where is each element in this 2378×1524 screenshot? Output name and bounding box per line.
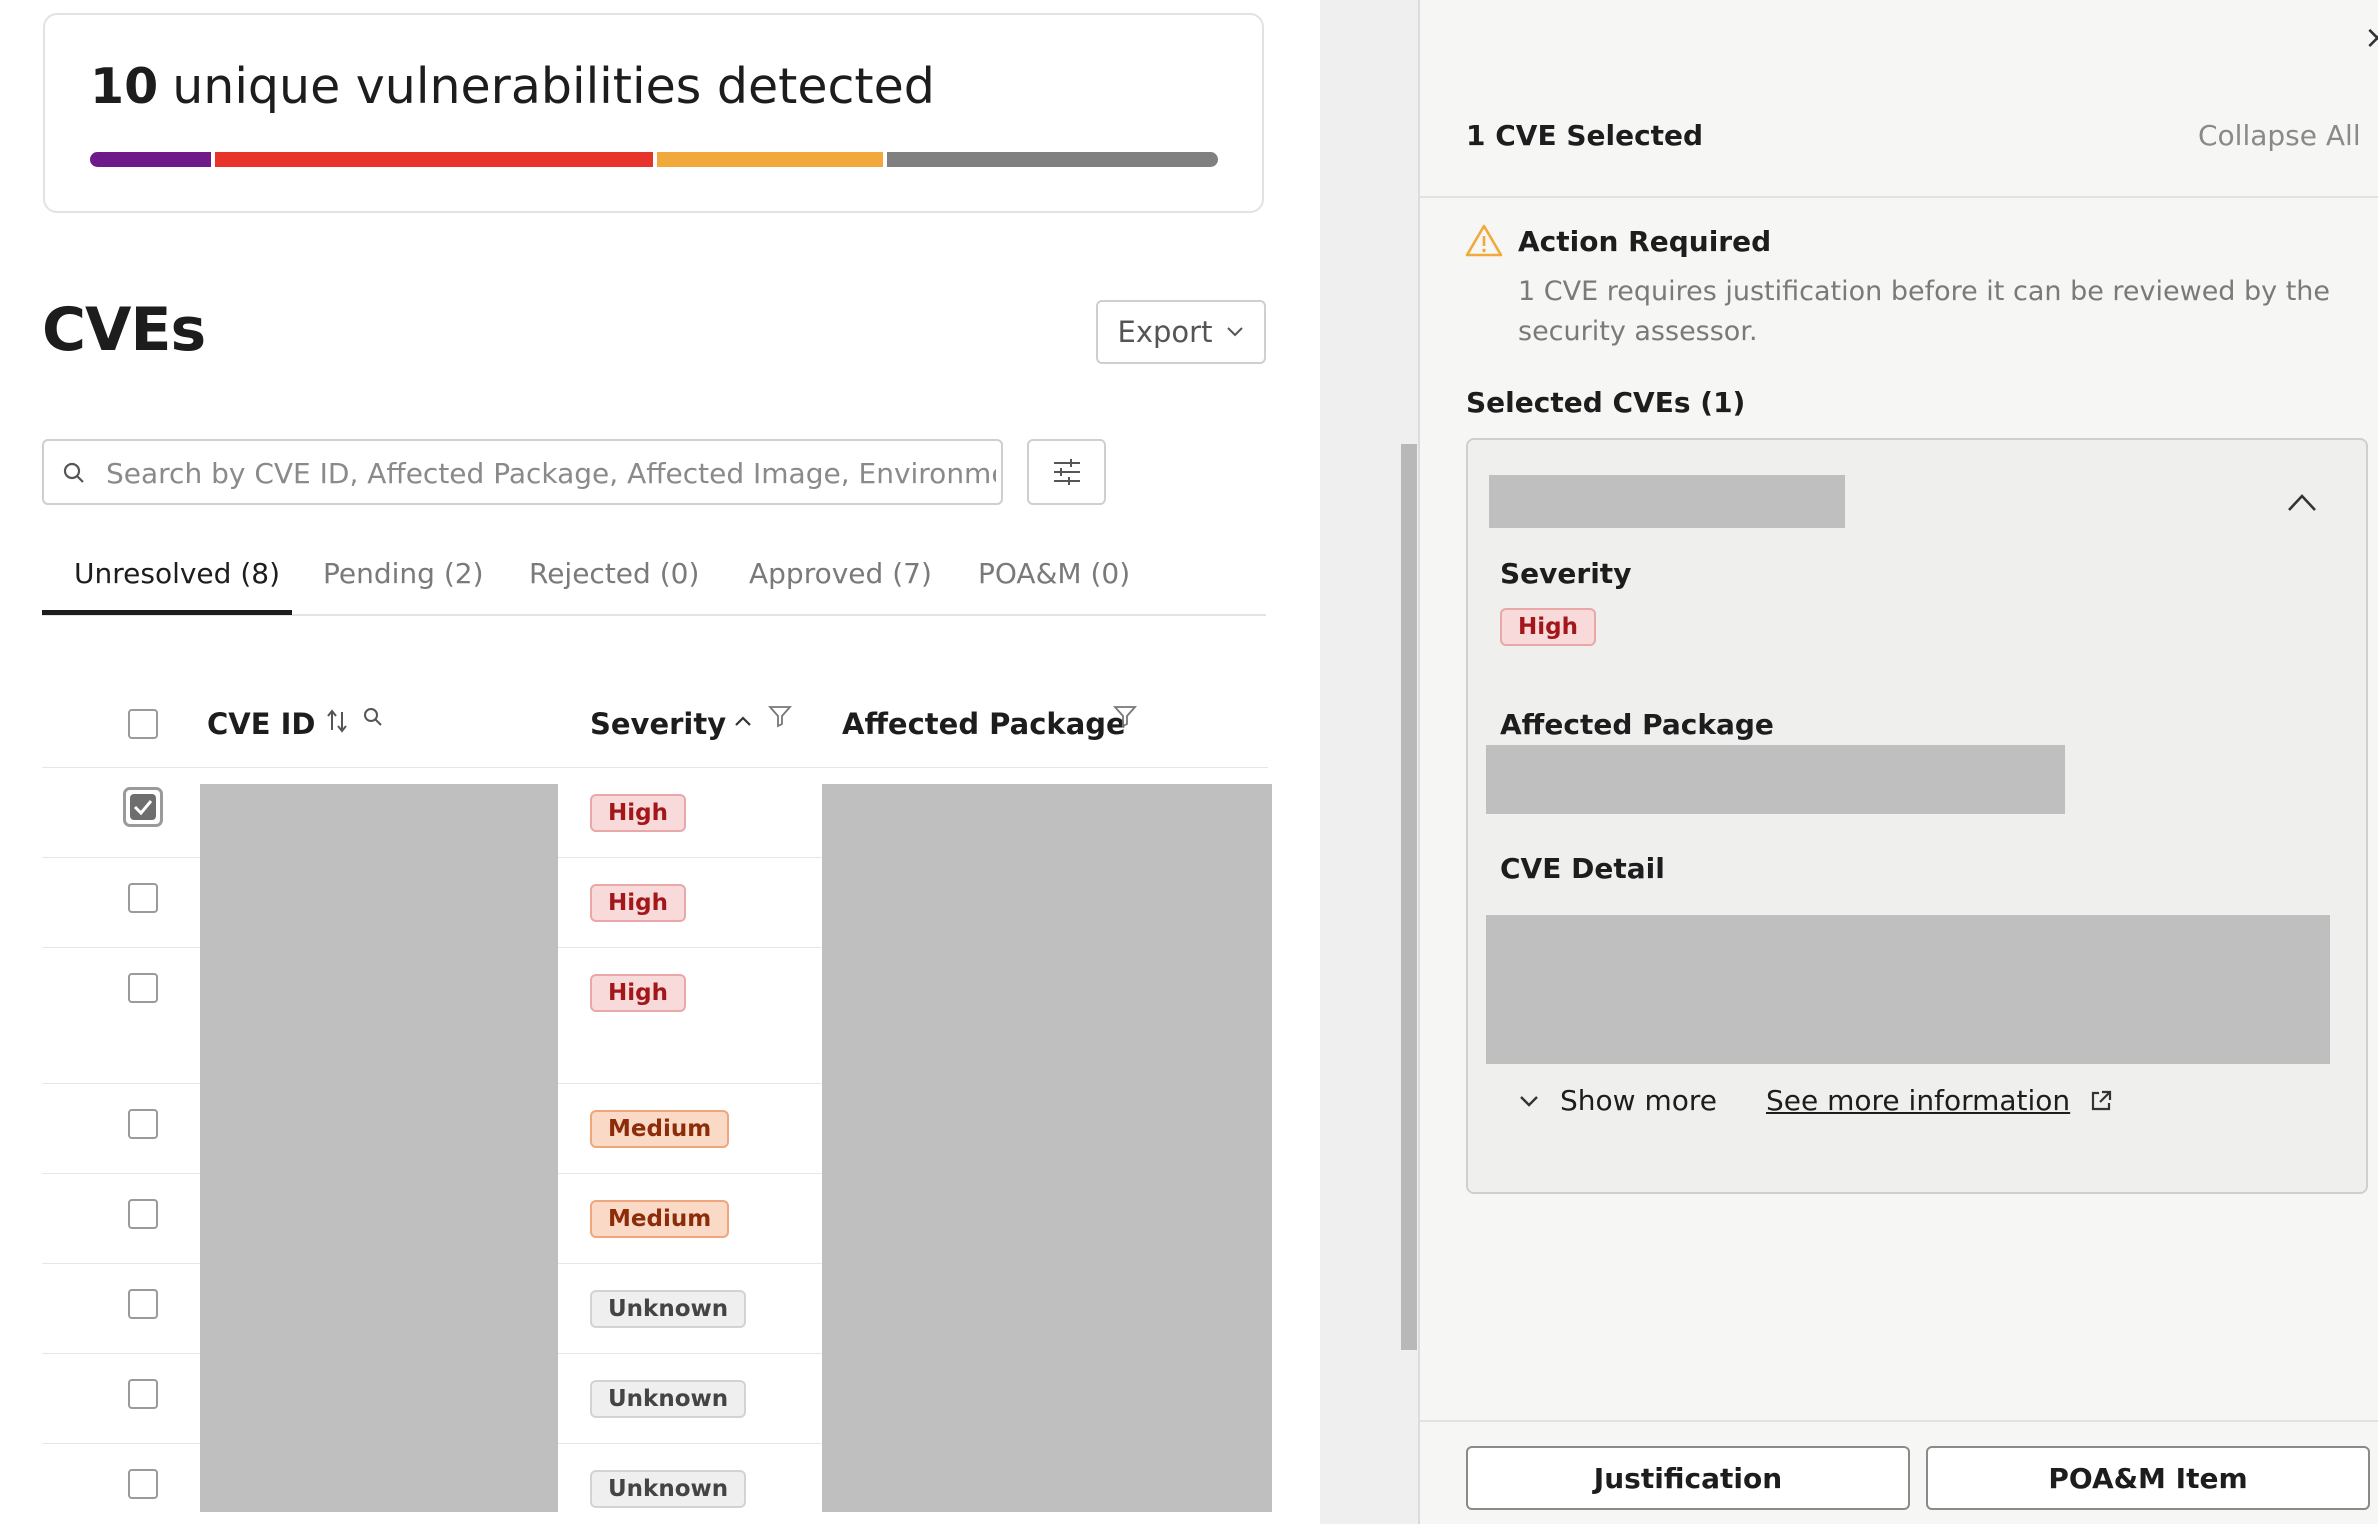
column-header-cve-id[interactable]: CVE ID xyxy=(207,707,316,741)
vulnerability-count: 10 xyxy=(90,58,159,115)
redacted-cve-id-column xyxy=(200,784,558,1512)
chevron-down-icon xyxy=(1520,1095,1538,1107)
severity-badge: High xyxy=(1500,608,1596,646)
redacted-cve-id xyxy=(1489,475,1845,528)
tab-poam[interactable]: POA&M (0) xyxy=(978,557,1130,590)
panel-divider xyxy=(1420,196,2378,198)
row-checkbox[interactable] xyxy=(128,1469,158,1499)
affected-package-label: Affected Package xyxy=(1500,708,1774,741)
header-divider xyxy=(42,767,1268,768)
see-more-label: See more information xyxy=(1766,1084,2071,1117)
severity-badge: Medium xyxy=(590,1200,730,1238)
collapse-all-button[interactable]: Collapse All xyxy=(2198,119,2361,152)
severity-badge: Medium xyxy=(590,1110,730,1148)
summary-title: 10 unique vulnerabilities detected xyxy=(90,58,935,115)
severity-label: Severity xyxy=(1500,557,1632,590)
close-icon[interactable]: × xyxy=(2364,18,2378,56)
sort-icon[interactable] xyxy=(325,708,349,734)
summary-text: unique vulnerabilities detected xyxy=(172,58,935,115)
severity-bar-medium xyxy=(657,152,883,167)
page-title: CVEs xyxy=(42,295,206,365)
severity-badge: High xyxy=(590,794,686,832)
chevron-up-icon[interactable] xyxy=(733,714,753,728)
row-checkbox[interactable] xyxy=(128,1199,158,1229)
search-icon[interactable] xyxy=(362,706,384,728)
severity-bar-high xyxy=(215,152,653,167)
external-link-icon xyxy=(2092,1090,2112,1110)
action-required-title: Action Required xyxy=(1518,225,1772,258)
filter-settings-button[interactable] xyxy=(1027,439,1106,505)
filter-icon[interactable] xyxy=(768,704,792,728)
select-all-checkbox[interactable] xyxy=(128,709,158,739)
poam-item-button[interactable]: POA&M Item xyxy=(1926,1446,2370,1510)
export-label: Export xyxy=(1117,315,1213,349)
see-more-information-link[interactable]: See more information xyxy=(1766,1084,2114,1117)
severity-badge: Unknown xyxy=(590,1290,747,1328)
redacted-affected-package-column xyxy=(822,784,1272,1512)
chevron-up-icon[interactable] xyxy=(2286,491,2318,513)
footer-divider xyxy=(1420,1420,2378,1422)
severity-badge: Unknown xyxy=(590,1380,747,1418)
row-checkbox[interactable] xyxy=(128,1289,158,1319)
checkmark-icon xyxy=(133,800,153,816)
row-checkbox[interactable] xyxy=(128,1109,158,1139)
severity-badge: Unknown xyxy=(590,1470,747,1508)
severity-badge: High xyxy=(590,884,686,922)
redacted-cve-detail xyxy=(1486,915,2330,1064)
column-header-severity[interactable]: Severity xyxy=(590,707,726,741)
column-header-affected-package[interactable]: Affected Package xyxy=(842,707,1126,741)
row-checkbox[interactable] xyxy=(128,883,158,913)
search-box[interactable] xyxy=(42,439,1003,505)
selected-cve-card xyxy=(1466,438,2368,1194)
scrollbar-thumb[interactable] xyxy=(1401,444,1417,1350)
show-more-label: Show more xyxy=(1560,1084,1717,1117)
show-more-button[interactable]: Show more xyxy=(1518,1084,1717,1117)
filter-icon[interactable] xyxy=(1113,704,1137,728)
search-icon xyxy=(63,462,84,483)
justification-button[interactable]: Justification xyxy=(1466,1446,1910,1510)
tab-approved[interactable]: Approved (7) xyxy=(749,557,932,590)
severity-bar-unknown xyxy=(887,152,1218,167)
warning-icon xyxy=(1465,224,1503,257)
tab-unresolved[interactable]: Unresolved (8) xyxy=(74,557,280,590)
sliders-icon xyxy=(1053,459,1080,485)
row-checkbox[interactable] xyxy=(128,1379,158,1409)
severity-badge: High xyxy=(590,974,686,1012)
chevron-down-icon xyxy=(1227,327,1244,337)
tab-rejected[interactable]: Rejected (0) xyxy=(529,557,699,590)
selected-cves-label: Selected CVEs (1) xyxy=(1466,386,1746,419)
active-tab-indicator xyxy=(42,610,292,615)
panel-title: 1 CVE Selected xyxy=(1466,119,1704,152)
row-checkbox[interactable] xyxy=(128,973,158,1003)
export-button[interactable]: Export xyxy=(1096,300,1266,364)
action-required-message: 1 CVE requires justification before it c… xyxy=(1518,276,2331,347)
severity-bar-critical xyxy=(90,152,211,167)
redacted-affected-package xyxy=(1486,745,2065,814)
tab-pending[interactable]: Pending (2) xyxy=(323,557,484,590)
row-checkbox[interactable] xyxy=(123,787,163,827)
search-input[interactable] xyxy=(104,451,998,495)
cve-detail-label: CVE Detail xyxy=(1500,852,1665,885)
